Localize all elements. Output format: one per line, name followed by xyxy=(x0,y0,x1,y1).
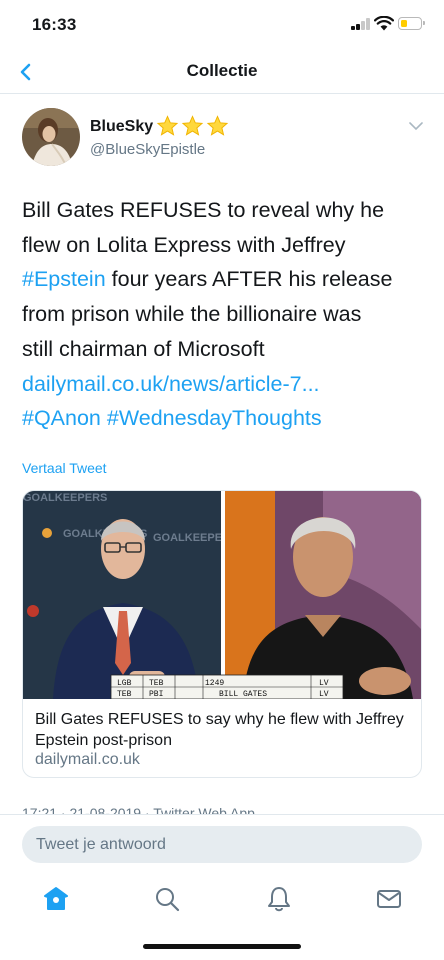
reply-input[interactable] xyxy=(22,826,422,863)
nav-bar: Collectie xyxy=(0,50,444,94)
svg-text:PBI: PBI xyxy=(149,690,163,699)
battery-icon xyxy=(398,17,425,30)
tweet-text: Bill Gates REFUSES to reveal why he flew … xyxy=(22,193,426,436)
reply-bar xyxy=(0,814,444,874)
wifi-icon xyxy=(374,16,394,31)
notifications-icon[interactable] xyxy=(264,884,294,914)
status-time: 16:33 xyxy=(32,15,77,34)
tweet-text-line: dailymail.co.uk/news/article-7... xyxy=(22,367,426,402)
card-title[interactable]: Bill Gates REFUSES to say why he flew wi… xyxy=(35,709,415,751)
messages-icon[interactable] xyxy=(374,884,404,914)
chevron-down-icon[interactable] xyxy=(408,120,424,132)
tweet-text-segment: four years AFTER his release xyxy=(105,267,393,292)
card-domain[interactable]: dailymail.co.uk xyxy=(35,751,140,769)
tweet-text-line: Bill Gates REFUSES to reveal why he xyxy=(22,193,426,228)
tab-bar xyxy=(0,874,444,924)
page-title: Collectie xyxy=(186,61,258,80)
tweet-text-segment: flew on Lolita Express with Jeffrey xyxy=(22,232,346,257)
tweet-text-segment: from prison while the billionaire was xyxy=(22,302,362,327)
card-image[interactable]: GOALKEEPERS GOALKEEPERS GOALKEEPERS xyxy=(23,491,421,699)
search-icon[interactable] xyxy=(152,884,182,914)
svg-text:TEB: TEB xyxy=(117,690,132,699)
user-handle[interactable]: @BlueSkyEpistle xyxy=(90,141,205,158)
tweet-text-line: from prison while the billionaire was xyxy=(22,297,426,332)
hashtag-link[interactable]: #QAnon xyxy=(22,406,101,430)
hashtag-link[interactable]: #Epstein xyxy=(22,267,106,291)
url-link[interactable]: dailymail.co.uk/news/article-7... xyxy=(22,372,320,396)
svg-text:1249: 1249 xyxy=(205,679,224,688)
home-indicator xyxy=(143,944,301,949)
cellular-signal-icon xyxy=(351,18,371,30)
tweet-text-segment: still chairman of Microsoft xyxy=(22,336,265,361)
hashtag-link[interactable]: #WednesdayThoughts xyxy=(107,406,322,430)
tweet-text-line: #QAnon #WednesdayThoughts xyxy=(22,401,426,436)
star-badges xyxy=(156,115,229,137)
svg-text:LV: LV xyxy=(319,690,329,699)
tweet-text-line: still chairman of Microsoft xyxy=(22,332,426,367)
display-name[interactable]: BlueSky xyxy=(90,118,153,136)
star-icon xyxy=(206,115,229,136)
link-card[interactable]: GOALKEEPERS GOALKEEPERS GOALKEEPERS xyxy=(22,490,422,778)
flight-log-strip: LGB TEB 1249 TEB PBI BILL GATES LV LV xyxy=(110,674,344,699)
avatar[interactable] xyxy=(22,108,80,166)
svg-text:BILL GATES: BILL GATES xyxy=(219,690,267,699)
star-icon xyxy=(181,115,204,136)
tweet-text-segment: Bill Gates REFUSES to reveal why he xyxy=(22,198,385,222)
status-bar: 16:33 xyxy=(0,0,444,50)
home-icon[interactable] xyxy=(41,884,71,914)
translate-tweet-link[interactable]: Vertaal Tweet xyxy=(22,460,107,476)
svg-text:LV: LV xyxy=(319,679,329,688)
backdrop-text: GOALKEEPERS xyxy=(23,492,107,504)
tweet-text-line: flew on Lolita Express with Jeffrey xyxy=(22,228,426,263)
svg-text:TEB: TEB xyxy=(149,679,164,688)
tweet-timestamp: 17:21 · 21-08-2019 · Twitter Web App xyxy=(22,805,255,814)
tweet-text-line: #Epstein four years AFTER his release xyxy=(22,262,426,297)
star-icon xyxy=(156,115,179,136)
svg-text:LGB: LGB xyxy=(117,679,132,688)
